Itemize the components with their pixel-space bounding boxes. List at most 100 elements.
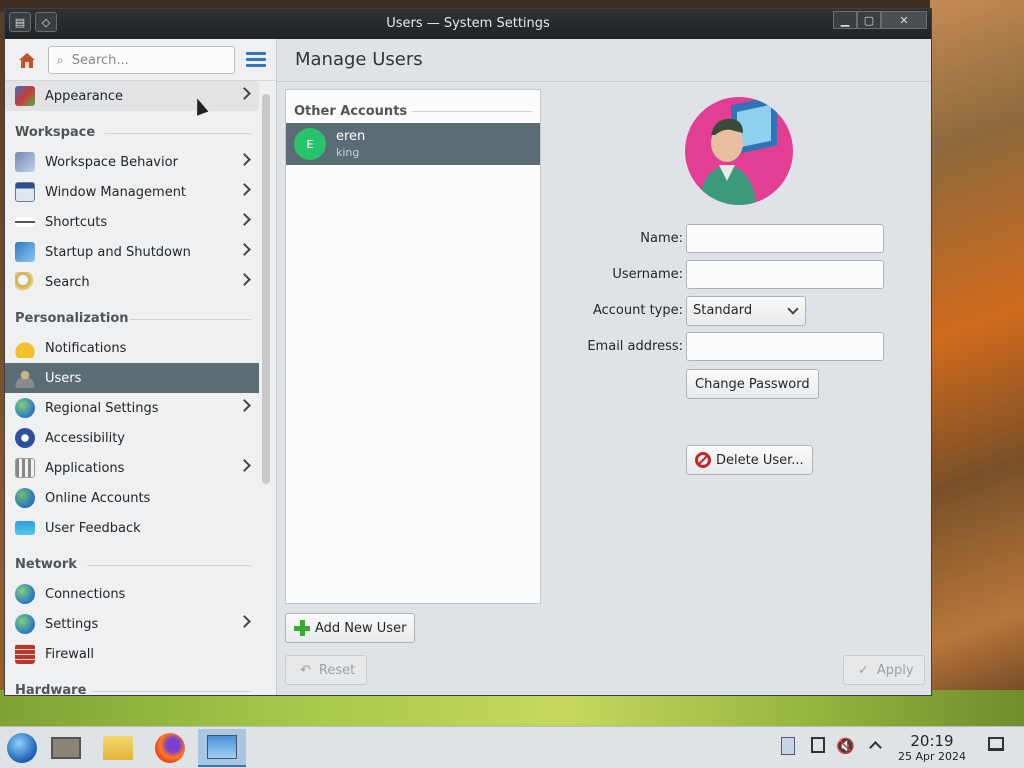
main-panel: Manage Users Other Accounts E eren king … <box>277 39 931 695</box>
sidebar-item-connections[interactable]: Connections <box>5 579 259 609</box>
account-type-value: Standard <box>693 303 753 318</box>
taskbar: 🔇 20:19 25 Apr 2024 <box>0 726 1024 768</box>
home-icon[interactable] <box>17 50 37 70</box>
sidebar-list: Appearance Workspace Workspace Behavior … <box>5 81 259 695</box>
system-settings-window: ▤ ◇ Users — System Settings ▁ ▢ ✕ ⌕ Sear… <box>4 8 932 696</box>
volume-muted-icon[interactable]: 🔇 <box>836 737 856 757</box>
clock[interactable]: 20:19 25 Apr 2024 <box>890 732 974 763</box>
show-desktop-icon[interactable] <box>988 737 1008 757</box>
online-accounts-icon <box>15 488 35 508</box>
hamburger-menu-icon[interactable] <box>246 52 266 68</box>
sidebar-item-users[interactable]: Users <box>5 363 259 393</box>
section-header-workspace: Workspace <box>5 111 259 147</box>
clock-date: 25 Apr 2024 <box>897 750 966 763</box>
email-field[interactable] <box>686 332 884 361</box>
account-subtitle: king <box>336 146 360 159</box>
checkmark-icon: ✓ <box>858 662 869 678</box>
file-manager-icon[interactable] <box>98 729 138 767</box>
users-icon <box>15 368 35 388</box>
add-user-button[interactable]: Add New User <box>285 613 416 643</box>
page-title: Manage Users <box>295 49 423 70</box>
chevron-right-icon <box>238 459 251 472</box>
chevron-up-icon[interactable] <box>866 737 886 757</box>
sidebar-item-shortcuts[interactable]: Shortcuts <box>5 207 259 237</box>
accessibility-icon <box>15 428 35 448</box>
user-at-computer-icon <box>699 97 777 205</box>
sidebar-item-online-accounts[interactable]: Online Accounts <box>5 483 259 513</box>
sidebar-toolbar: ⌕ Search... <box>5 39 276 81</box>
globe-icon <box>15 398 35 418</box>
chevron-right-icon <box>238 399 251 412</box>
desktop-wallpaper <box>930 0 1024 725</box>
account-row-eren[interactable]: E eren king <box>286 123 540 165</box>
user-avatar-image[interactable] <box>685 97 793 205</box>
feedback-icon <box>15 521 35 535</box>
name-label: Name: <box>640 231 683 246</box>
chevron-right-icon <box>238 183 251 196</box>
chevron-right-icon <box>238 243 251 256</box>
accounts-list: Other Accounts E eren king <box>285 89 541 604</box>
desktop-icon[interactable] <box>46 729 86 767</box>
chevron-right-icon <box>238 87 251 100</box>
system-settings-task-icon[interactable] <box>198 729 246 767</box>
account-name: eren <box>336 129 366 144</box>
notes-icon[interactable] <box>808 737 828 757</box>
delete-icon <box>695 452 711 468</box>
change-password-button[interactable]: Change Password <box>686 369 819 399</box>
minimize-button[interactable]: ▁ <box>833 11 857 29</box>
window-title: Users — System Settings <box>386 16 550 31</box>
username-label: Username: <box>612 267 683 282</box>
titlebar: ▤ ◇ Users — System Settings ▁ ▢ ✕ <box>5 9 931 39</box>
avatar: E <box>294 128 326 160</box>
plus-icon <box>294 620 310 636</box>
chevron-right-icon <box>238 153 251 166</box>
search-icon <box>15 272 35 292</box>
search-placeholder: Search... <box>71 52 129 68</box>
name-field[interactable] <box>686 224 884 253</box>
username-field[interactable] <box>686 260 884 289</box>
connections-icon <box>15 584 35 604</box>
clock-time: 20:19 <box>910 732 954 750</box>
sidebar-item-notifications[interactable]: Notifications <box>5 333 259 363</box>
section-header-hardware: Hardware <box>5 669 259 695</box>
applications-icon <box>15 458 35 478</box>
sidebar-item-startup-shutdown[interactable]: Startup and Shutdown <box>5 237 259 267</box>
search-input[interactable]: ⌕ Search... <box>48 46 235 74</box>
sidebar-item-user-feedback[interactable]: User Feedback <box>5 513 259 543</box>
chevron-down-icon <box>787 303 799 315</box>
window-management-icon <box>15 182 35 202</box>
sidebar-item-appearance[interactable]: Appearance <box>5 81 259 111</box>
appearance-icon <box>15 86 35 106</box>
maximize-button[interactable]: ▢ <box>857 11 881 29</box>
sidebar-item-applications[interactable]: Applications <box>5 453 259 483</box>
startup-icon <box>15 242 35 262</box>
sidebar-item-accessibility[interactable]: Accessibility <box>5 423 259 453</box>
section-header-personalization: Personalization <box>5 297 259 333</box>
account-type-label: Account type: <box>592 303 683 318</box>
apply-button[interactable]: ✓ Apply <box>843 655 925 685</box>
chevron-right-icon <box>238 213 251 226</box>
chevron-right-icon <box>238 273 251 286</box>
sidebar-item-search[interactable]: Search <box>5 267 259 297</box>
sidebar-item-window-management[interactable]: Window Management <box>5 177 259 207</box>
sidebar-item-network-settings[interactable]: Settings <box>5 609 259 639</box>
delete-user-button[interactable]: Delete User... <box>686 445 813 475</box>
firefox-icon[interactable] <box>150 729 190 767</box>
start-menu-icon[interactable] <box>2 729 42 767</box>
sidebar-item-workspace-behavior[interactable]: Workspace Behavior <box>5 147 259 177</box>
clipboard-icon[interactable] <box>778 737 798 757</box>
sidebar-item-regional-settings[interactable]: Regional Settings <box>5 393 259 423</box>
reset-button[interactable]: ↶ Reset <box>285 655 367 685</box>
chevron-right-icon <box>238 615 251 628</box>
close-button[interactable]: ✕ <box>881 11 927 29</box>
sidebar-item-firewall[interactable]: Firewall <box>5 639 259 669</box>
keyboard-icon <box>15 217 35 227</box>
workspace-behavior-icon <box>15 152 35 172</box>
firewall-icon <box>15 644 35 664</box>
account-type-select[interactable]: Standard <box>686 296 806 326</box>
sidebar-scrollbar[interactable] <box>262 94 270 484</box>
sidebar-item-label: Appearance <box>45 88 124 104</box>
search-icon: ⌕ <box>57 52 64 67</box>
email-label: Email address: <box>587 339 683 354</box>
accounts-header: Other Accounts <box>286 90 540 123</box>
